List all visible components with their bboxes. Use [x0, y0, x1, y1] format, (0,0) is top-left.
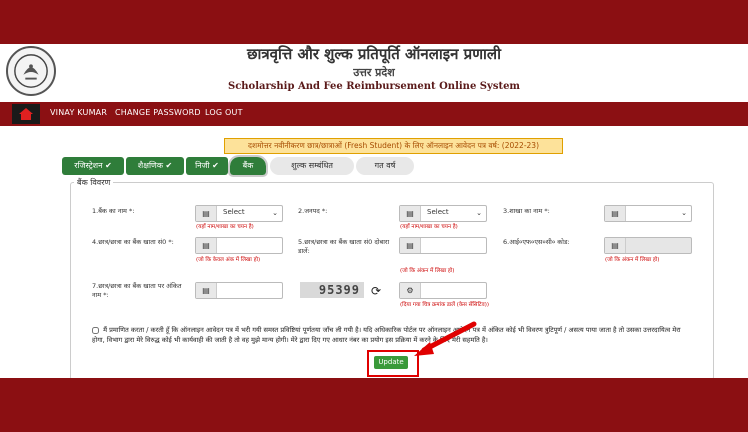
account-number-hint: (जो कि केवल अंक में लिखा हो)	[196, 257, 261, 263]
list-icon: ▤	[605, 238, 626, 253]
bank-name-select[interactable]: ▤ Select ⌄	[195, 205, 283, 222]
section-legend: बैंक विवरण	[74, 177, 114, 188]
form-year-banner: दशमोत्तर नवीनीकरण छात्र/छात्राओं (Fresh …	[224, 138, 563, 154]
account-number-label: 4.छात्र/छात्रा का बैंक खाता सं0 *:	[92, 238, 174, 246]
declaration-label: मैं प्रमाणित करता / करती हूँ कि ऑनलाइन आ…	[92, 326, 681, 344]
bank-name-label: 1.बैंक का नाम *:	[92, 207, 135, 215]
bank-name-hint: (यहाँ नाम/शाखा का चयन है)	[196, 224, 254, 230]
site-header: छात्रवृत्ति और शुल्क प्रतिपूर्ति ऑनलाइन …	[0, 44, 748, 99]
district-label: 2.जनपद *:	[298, 207, 328, 215]
home-button[interactable]	[12, 104, 40, 124]
list-icon: ▤	[196, 238, 217, 253]
list-icon: ▤	[605, 206, 626, 221]
tab-fee-related[interactable]: शुल्क सम्बंधित	[270, 157, 354, 175]
ifsc-input[interactable]: ▤	[604, 237, 692, 254]
chevron-down-icon: ⌄	[476, 209, 482, 217]
captcha-input[interactable]: ⚙	[399, 282, 487, 299]
site-title-hindi: छात्रवृत्ति और शुल्क प्रतिपूर्ति ऑनलाइन …	[246, 45, 501, 63]
top-nav: VINAY KUMAR CHANGE PASSWORD LOG OUT	[0, 102, 748, 126]
account-repeat-hint: (जो कि अंकन में लिखा हो)	[400, 268, 455, 274]
account-number-input[interactable]: ▤	[195, 237, 283, 254]
browser-frame: छात्रवृत्ति और शुल्क प्रतिपूर्ति ऑनलाइन …	[0, 44, 748, 378]
district-select[interactable]: ▤ Select ⌄	[399, 205, 487, 222]
account-repeat-input[interactable]: ▤	[399, 237, 487, 254]
list-icon: ▤	[400, 206, 421, 221]
update-button[interactable]: Update	[374, 356, 408, 369]
refresh-captcha-icon[interactable]: ⟳	[371, 284, 381, 298]
captcha-image: 95399	[300, 282, 364, 298]
declaration-checkbox[interactable]	[92, 326, 99, 334]
tab-registration[interactable]: रजिस्ट्रेशन ✔	[62, 157, 124, 175]
declaration-text: मैं प्रमाणित करता / करती हूँ कि ऑनलाइन आ…	[92, 325, 692, 345]
list-icon: ▤	[196, 206, 217, 221]
holder-name-input[interactable]: ▤	[195, 282, 283, 299]
ifsc-label: 6.आई०एफ०एस०सी० कोड:	[503, 238, 570, 246]
nav-logout[interactable]: LOG OUT	[205, 108, 243, 117]
list-icon: ▤	[400, 238, 421, 253]
branch-label: 3.शाखा का नाम *:	[503, 207, 550, 215]
nav-change-password[interactable]: CHANGE PASSWORD	[115, 108, 201, 117]
district-hint: (यहाँ नाम/शाखा का चयन है)	[400, 224, 458, 230]
chevron-down-icon: ⌄	[681, 209, 687, 217]
branch-select[interactable]: ▤ ⌄	[604, 205, 692, 222]
captcha-hint: (दिया गया चित्र क्रमांक डालें (केस सेंसि…	[400, 302, 490, 308]
key-icon: ⚙	[400, 283, 421, 298]
tab-bank[interactable]: बैंक	[228, 155, 268, 177]
site-title-english: Scholarship And Fee Reimbursement Online…	[227, 81, 521, 92]
state-name: उत्तर प्रदेश	[353, 66, 395, 79]
ifsc-hint: (जो कि अंकन में लिखा हो)	[605, 257, 660, 263]
chevron-down-icon: ⌄	[272, 209, 278, 217]
red-arrow-annotation	[414, 321, 477, 356]
account-repeat-label: 5.छात्र/छात्रा का बैंक खाता सं0 दोबारा ड…	[298, 238, 390, 255]
home-icon	[19, 108, 33, 120]
nav-user-name[interactable]: VINAY KUMAR	[50, 108, 107, 117]
tab-personal[interactable]: निजी ✔	[186, 157, 228, 175]
tab-previous-year[interactable]: गत वर्ष	[356, 157, 414, 175]
holder-name-label: 7.छात्र/छात्रा का बैंक खाता पर अंकित नाम…	[92, 282, 182, 299]
tab-academic[interactable]: शैक्षणिक ✔	[126, 157, 184, 175]
list-icon: ▤	[196, 283, 217, 298]
